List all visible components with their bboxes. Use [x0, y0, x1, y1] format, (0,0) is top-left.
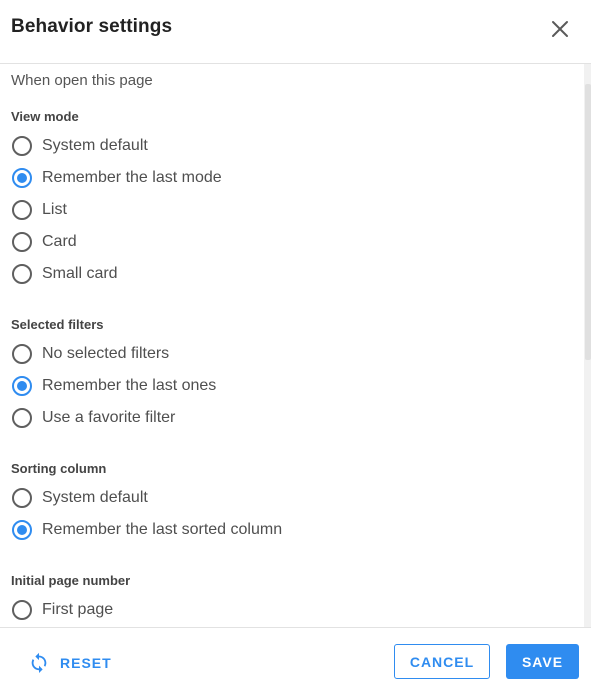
radio-view-mode-small-card[interactable]: Small card [12, 262, 512, 286]
cancel-button[interactable]: CANCEL [394, 644, 490, 679]
close-button[interactable] [548, 17, 572, 41]
radio-button[interactable] [12, 600, 32, 620]
radio-label: Use a favorite filter [42, 409, 176, 426]
radio-button[interactable] [12, 344, 32, 364]
radio-label: System default [42, 137, 148, 154]
radio-button[interactable] [12, 264, 32, 284]
dialog-body: When open this page View mode System def… [0, 64, 591, 627]
radio-sorting-remember-last[interactable]: Remember the last sorted column [12, 518, 512, 542]
dialog-footer: RESET CANCEL SAVE [0, 627, 591, 691]
radio-button-selected[interactable] [12, 376, 32, 396]
radio-button-selected[interactable] [12, 168, 32, 188]
radio-label: First page [42, 601, 114, 618]
radio-label: Card [42, 233, 77, 250]
radio-view-mode-card[interactable]: Card [12, 230, 512, 254]
close-icon [552, 21, 568, 37]
radio-filters-favorite[interactable]: Use a favorite filter [12, 406, 512, 430]
radio-view-mode-system-default[interactable]: System default [12, 134, 512, 158]
refresh-icon [31, 652, 47, 673]
initial-page-number-label: Initial page number [11, 573, 131, 588]
radio-filters-remember-last[interactable]: Remember the last ones [12, 374, 512, 398]
radio-label: Remember the last mode [42, 169, 222, 186]
radio-view-mode-list[interactable]: List [12, 198, 512, 222]
section-heading: When open this page [11, 72, 153, 89]
radio-label: List [42, 201, 67, 218]
radio-label: No selected filters [42, 345, 170, 362]
view-mode-label: View mode [11, 109, 79, 124]
radio-button[interactable] [12, 408, 32, 428]
radio-button[interactable] [12, 232, 32, 252]
selected-filters-label: Selected filters [11, 317, 104, 332]
radio-label: Remember the last ones [42, 377, 217, 394]
radio-filters-none[interactable]: No selected filters [12, 342, 512, 366]
radio-sorting-system-default[interactable]: System default [12, 486, 512, 510]
radio-button[interactable] [12, 200, 32, 220]
radio-button-selected[interactable] [12, 520, 32, 540]
save-button[interactable]: SAVE [506, 644, 579, 679]
radio-page-first[interactable]: First page [12, 598, 512, 622]
reset-button[interactable]: RESET [24, 644, 124, 680]
radio-button[interactable] [12, 136, 32, 156]
radio-label: System default [42, 489, 148, 506]
radio-button[interactable] [12, 488, 32, 508]
radio-label: Small card [42, 265, 118, 282]
sorting-column-label: Sorting column [11, 461, 107, 476]
dialog-title: Behavior settings [11, 16, 173, 37]
behavior-settings-dialog: Behavior settings When open this page Vi… [0, 0, 591, 691]
dialog-header: Behavior settings [0, 0, 591, 64]
radio-label: Remember the last sorted column [42, 521, 283, 538]
reset-label: RESET [60, 655, 112, 671]
radio-view-mode-remember-last[interactable]: Remember the last mode [12, 166, 512, 190]
scrollbar-thumb[interactable] [585, 84, 591, 360]
